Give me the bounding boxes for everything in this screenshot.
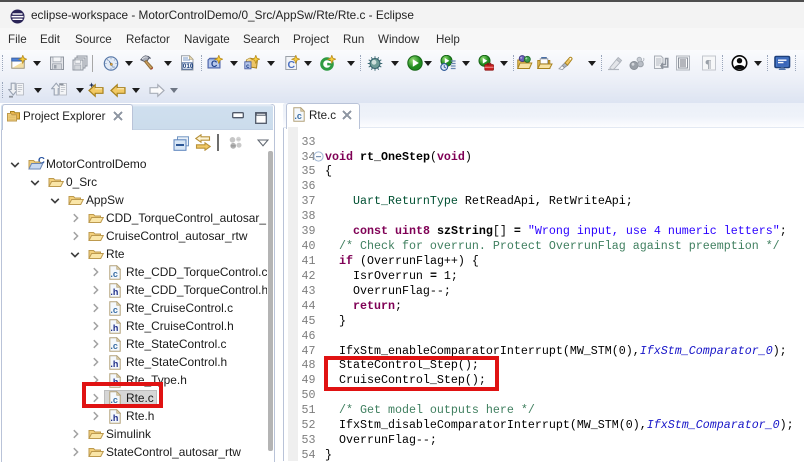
svg-text:.h: .h	[110, 323, 118, 333]
svg-text:.c: .c	[110, 269, 118, 279]
svg-text:.c: .c	[110, 305, 118, 315]
svg-text:.h: .h	[110, 287, 118, 297]
svg-text:.h: .h	[110, 413, 118, 423]
svg-text:010: 010	[183, 63, 194, 70]
svg-text:c: c	[246, 63, 250, 70]
svg-text:.c: .c	[294, 111, 302, 121]
svg-text:C: C	[288, 59, 296, 71]
svg-text:.c: .c	[110, 341, 118, 351]
svg-text:.h: .h	[110, 359, 118, 369]
svg-text:¶: ¶	[705, 57, 711, 71]
